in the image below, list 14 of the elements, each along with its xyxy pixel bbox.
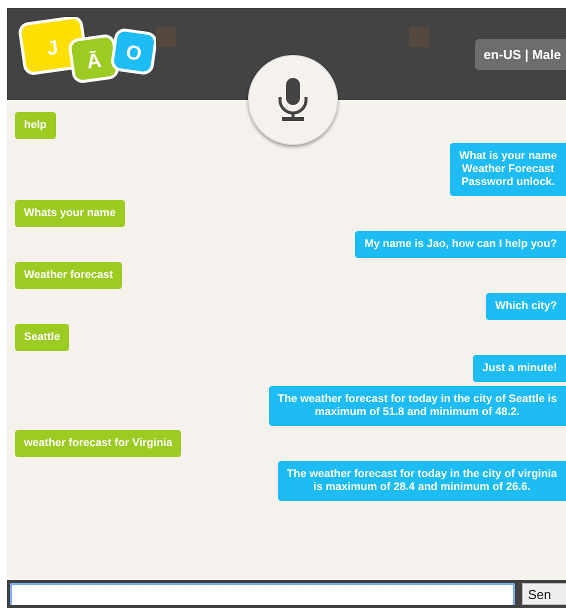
user-message: help — [15, 112, 56, 139]
language-badge[interactable]: en-US | Male — [474, 39, 566, 70]
user-message: weather forecast for Virginia — [15, 430, 182, 457]
bot-message: My name is Jao, how can I help you? — [355, 231, 566, 258]
user-message: Weather forecast — [15, 262, 122, 289]
bot-message: Which city? — [486, 293, 566, 320]
bot-message: Just a minute! — [473, 355, 566, 382]
user-message: Seattle — [15, 324, 70, 351]
user-message: Whats your name — [15, 200, 125, 227]
bot-message: What is your name Weather Forecast Password unlock. — [450, 143, 566, 196]
bot-message: The weather forecast for today in the city of virginia is maximum of 28.4 and minimum of 26.6. — [278, 461, 566, 501]
logo: J Ā O — [11, 17, 161, 97]
send-button[interactable]: Sen — [522, 583, 566, 605]
bot-message: The weather forecast for today in the city of Seattle is maximum of 51.8 and minimum of 48.2. — [268, 386, 566, 426]
